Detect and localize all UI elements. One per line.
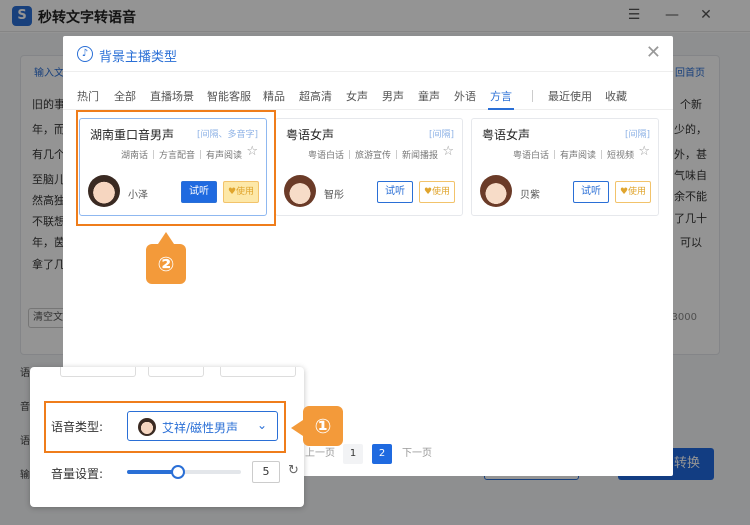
tab-foreign[interactable]: 外语 (454, 88, 476, 104)
avatar (480, 175, 512, 207)
use-voice-button[interactable]: ♥使用 (419, 181, 455, 203)
voice-card-subtags: 粤语白话 有声阅读 短视频 (512, 150, 634, 161)
step-badge: ① (303, 406, 343, 446)
category-tabs: 热门 全部 直播场景 智能客服 精品 超高清 女声 男声 童声 外语 方言 最近… (63, 82, 673, 110)
partial-button[interactable] (60, 367, 136, 377)
modal-header: ♪ 背景主播类型 ✕ (63, 36, 673, 72)
tab-live[interactable]: 直播场景 (150, 88, 194, 104)
step-badge: ② (146, 244, 186, 284)
try-listen-button[interactable]: 试听 (377, 181, 413, 203)
partial-button[interactable] (148, 367, 204, 377)
tab-recent[interactable]: 最近使用 (548, 88, 592, 104)
prev-page-link[interactable]: 上一页 (305, 444, 335, 459)
tab-all[interactable]: 全部 (114, 88, 136, 104)
favorite-star-icon[interactable]: ☆ (442, 144, 454, 159)
tab-child[interactable]: 童声 (418, 88, 440, 104)
page-number-current[interactable]: 2 (372, 444, 392, 464)
voice-card[interactable]: 粤语女声 [间隔] 粤语白话 旅游宣传 新闻播报 ☆ 智彤 试听 ♥使用 (275, 118, 463, 216)
avatar (284, 175, 316, 207)
voice-card-tag: [间隔] (624, 130, 650, 140)
modal-title: 背景主播类型 (99, 50, 178, 65)
active-tab-indicator (488, 108, 514, 110)
music-note-icon: ♪ (77, 46, 93, 62)
volume-slider[interactable] (127, 465, 241, 479)
volume-value-input[interactable]: 5 (252, 461, 280, 483)
voice-card-title: 粤语女声 (482, 128, 531, 142)
tab-dialect[interactable]: 方言 (490, 88, 512, 104)
voice-card-title: 粤语女声 (286, 128, 335, 142)
close-icon[interactable]: ✕ (646, 42, 661, 63)
tab-female[interactable]: 女声 (346, 88, 368, 104)
next-page-link[interactable]: 下一页 (402, 444, 432, 459)
volume-label: 音量设置: (51, 467, 104, 481)
badge-pointer (291, 420, 303, 436)
reset-icon[interactable]: ↻ (288, 463, 299, 478)
page-number[interactable]: 1 (343, 444, 363, 464)
tab-male[interactable]: 男声 (382, 88, 404, 104)
try-listen-button[interactable]: 试听 (573, 181, 609, 203)
volume-slider-handle[interactable] (171, 465, 186, 479)
voice-card[interactable]: 粤语女声 [间隔] 粤语白话 有声阅读 短视频 ☆ 贝紫 试听 ♥使用 (471, 118, 659, 216)
tab-hd[interactable]: 超高清 (299, 88, 332, 104)
badge-pointer (158, 232, 174, 244)
voice-speaker-name: 智彤 (324, 190, 344, 201)
favorite-star-icon[interactable]: ☆ (638, 144, 650, 159)
tab-favorites[interactable]: 收藏 (605, 88, 627, 104)
partial-button[interactable] (220, 367, 296, 377)
tab-hot[interactable]: 热门 (77, 88, 99, 104)
tab-divider (532, 90, 533, 102)
tab-premium[interactable]: 精品 (263, 88, 285, 104)
voice-card-subtags: 粤语白话 旅游宣传 新闻播报 (307, 150, 438, 161)
highlight-box (76, 110, 276, 226)
voice-speaker-name: 贝紫 (520, 190, 540, 201)
tab-service[interactable]: 智能客服 (207, 88, 251, 104)
voice-card-tag: [间隔] (428, 130, 454, 140)
use-voice-button[interactable]: ♥使用 (615, 181, 651, 203)
highlight-box (44, 401, 286, 453)
